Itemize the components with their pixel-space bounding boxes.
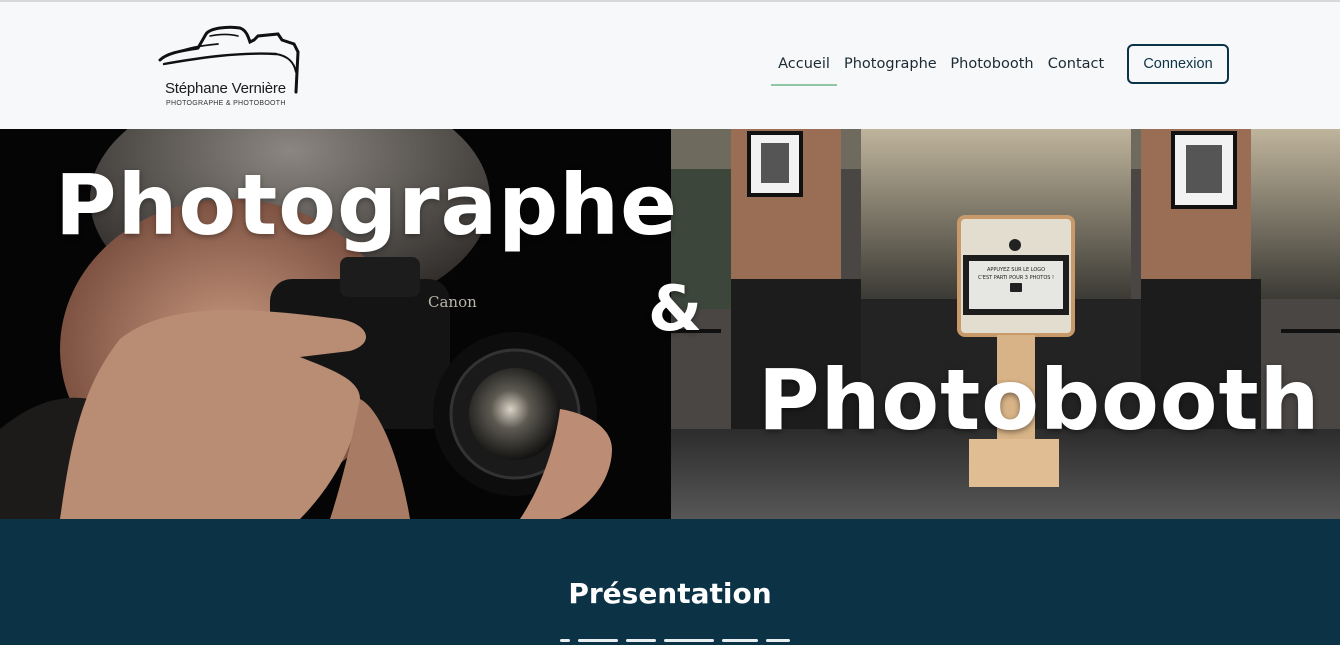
hero-ampersand: & <box>648 272 703 345</box>
hero-banner: Canon APPUYEZ SUR LE LOGO C'EST PARTI PO… <box>0 129 1340 519</box>
camera-outline-logo-icon <box>158 25 300 94</box>
presentation-title: Présentation <box>568 577 772 610</box>
hero-title-photobooth: Photobooth <box>758 351 1321 449</box>
login-button[interactable]: Connexion <box>1127 44 1229 84</box>
presentation-text-cutoff <box>560 639 870 645</box>
presentation-section: Présentation <box>0 519 1340 645</box>
hero-title-photographe: Photographe <box>55 156 679 254</box>
booth-screen-line1: APPUYEZ SUR LE LOGO <box>987 267 1045 273</box>
nav-item-accueil[interactable]: Accueil <box>771 44 837 84</box>
nav-active-indicator <box>771 84 837 86</box>
nav-item-contact[interactable]: Contact <box>1047 44 1105 84</box>
nav-item-photographe[interactable]: Photographe <box>844 44 937 84</box>
site-logo[interactable]: Stéphane Vernière PHOTOGRAPHE & PHOTOBOO… <box>158 22 300 112</box>
booth-camera-icon <box>1010 283 1022 292</box>
photobooth-image: APPUYEZ SUR LE LOGO C'EST PARTI POUR 3 P… <box>671 129 1340 519</box>
site-header: Stéphane Vernière PHOTOGRAPHE & PHOTOBOO… <box>0 2 1340 129</box>
logo-name: Stéphane Vernière <box>165 80 286 97</box>
nav-item-photobooth[interactable]: Photobooth <box>950 44 1034 84</box>
logo-tagline: PHOTOGRAPHE & PHOTOBOOTH <box>166 100 286 107</box>
camera-brand-text: Canon <box>428 293 477 311</box>
booth-screen-line2: C'EST PARTI POUR 3 PHOTOS ! <box>978 275 1054 281</box>
